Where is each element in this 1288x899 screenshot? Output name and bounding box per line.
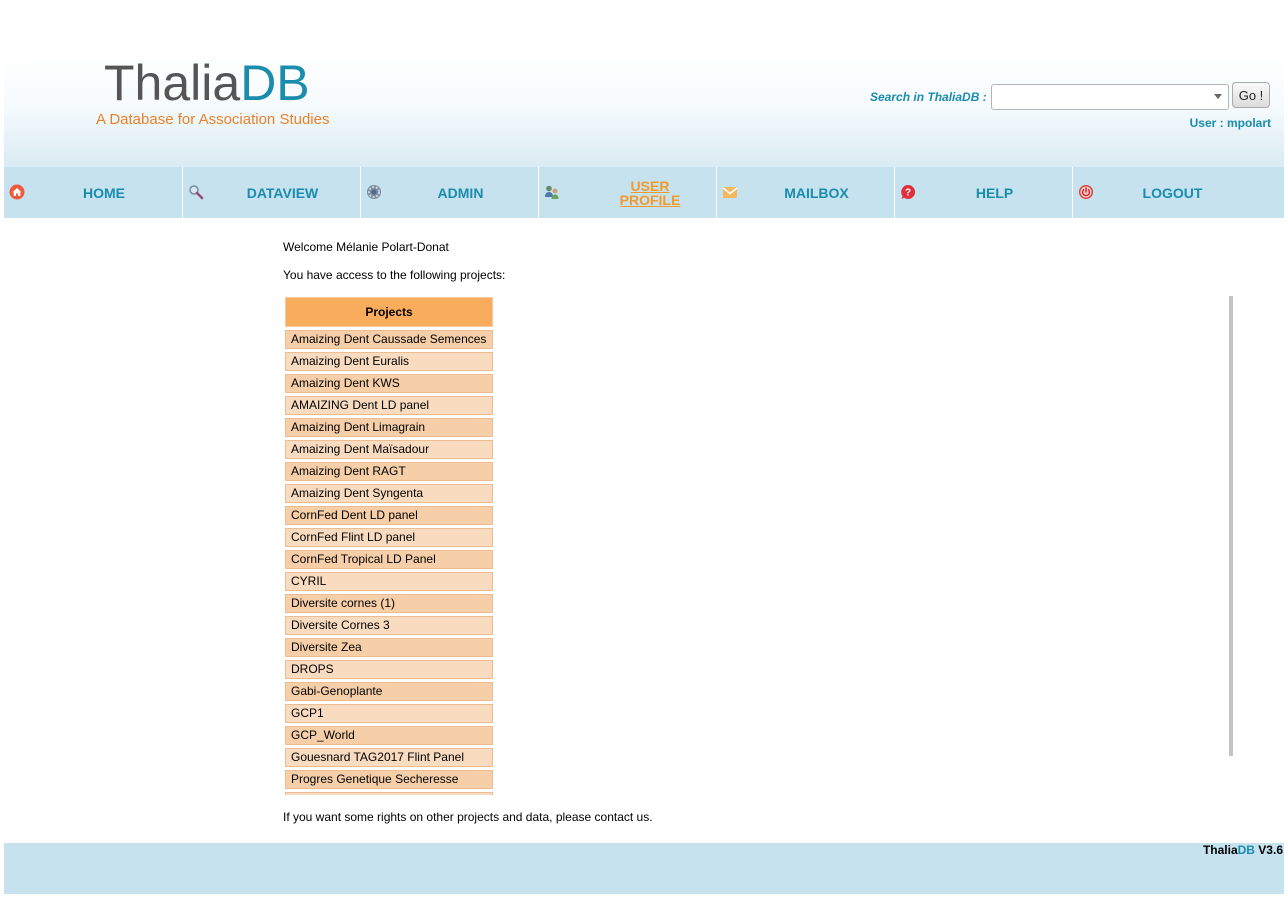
project-row[interactable]: AMAIZING Dent LD panel <box>285 396 493 415</box>
app-tagline: A Database for Association Studies <box>96 111 330 128</box>
project-row[interactable]: Amaizing Dent Caussade Semences <box>285 330 493 349</box>
project-row[interactable]: Gouesnard TAG2017 Flint Panel <box>285 748 493 767</box>
project-row[interactable]: Amaizing Dent RAGT <box>285 462 493 481</box>
app-logo[interactable]: ThaliaDB <box>104 56 310 110</box>
nav-home[interactable]: HOME <box>4 167 182 218</box>
nav-dataview-label[interactable]: DATAVIEW <box>205 167 360 218</box>
envelope-icon[interactable] <box>722 184 738 200</box>
access-message: You have access to the following project… <box>283 268 506 282</box>
help-icon[interactable]: ? <box>900 184 916 200</box>
projects-scroll-area[interactable]: Projects Amaizing Dent Caussade Semences… <box>283 296 1235 795</box>
footer-brand: ThaliaDB V3.6 <box>1202 843 1283 857</box>
project-row[interactable]: CornFed Flint LD panel <box>285 528 493 547</box>
search-label: Search in ThaliaDB : <box>870 90 987 104</box>
project-row[interactable]: Diversite Zea <box>285 638 493 657</box>
main-nav: HOME DATAVIEW ADMIN USER PROFILE MAILBOX <box>4 167 1284 218</box>
chevron-down-icon[interactable] <box>1214 94 1222 99</box>
project-row[interactable]: Amaizing Dent Syngenta <box>285 484 493 503</box>
nav-user-profile-label[interactable]: USER PROFILE <box>615 167 685 218</box>
project-row[interactable]: Amaizing Dent Maïsadour <box>285 440 493 459</box>
project-row[interactable]: DROPS <box>285 660 493 679</box>
current-user: User : mpolart <box>1189 116 1271 130</box>
project-row[interactable]: GCP1 <box>285 704 493 723</box>
project-row[interactable]: Progres Genetique Secheresse <box>285 770 493 789</box>
nav-help-label[interactable]: HELP <box>917 167 1072 218</box>
go-button[interactable]: Go ! <box>1232 82 1270 108</box>
project-row[interactable]: Amaizing Dent KWS <box>285 374 493 393</box>
project-row[interactable]: CornFed Tropical LD Panel <box>285 550 493 569</box>
search-input[interactable] <box>994 87 1208 109</box>
gear-icon[interactable] <box>366 184 382 200</box>
nav-mailbox[interactable]: MAILBOX <box>716 167 894 218</box>
nav-home-label[interactable]: HOME <box>26 167 182 218</box>
project-row[interactable]: Amaizing Dent Limagrain <box>285 418 493 437</box>
nav-logout[interactable]: LOGOUT <box>1072 167 1250 218</box>
users-icon[interactable] <box>544 184 560 200</box>
projects-table: Projects Amaizing Dent Caussade Semences… <box>285 297 493 795</box>
magnifier-icon[interactable] <box>188 184 204 200</box>
nav-help[interactable]: ? HELP <box>894 167 1072 218</box>
project-row[interactable]: Diversite Cornes 3 <box>285 616 493 635</box>
nav-admin-label[interactable]: ADMIN <box>383 167 538 218</box>
page-header: ThaliaDB A Database for Association Stud… <box>4 50 1284 167</box>
project-row[interactable]: GCP_World <box>285 726 493 745</box>
nav-admin[interactable]: ADMIN <box>360 167 538 218</box>
projects-table-body: Amaizing Dent Caussade Semences Amaizing … <box>285 330 493 795</box>
nav-mailbox-label[interactable]: MAILBOX <box>739 167 894 218</box>
projects-table-header: Projects <box>285 297 493 327</box>
scrollbar[interactable] <box>1229 296 1233 756</box>
welcome-message: Welcome Mélanie Polart-Donat <box>283 240 449 254</box>
user-name[interactable]: mpolart <box>1227 116 1271 130</box>
project-row[interactable]: Amaizing Dent Euralis <box>285 352 493 371</box>
project-row[interactable]: CYRIL <box>285 572 493 591</box>
search-combobox[interactable] <box>991 84 1229 110</box>
nav-dataview[interactable]: DATAVIEW <box>182 167 360 218</box>
project-row[interactable]: CornFed Dent LD panel <box>285 506 493 525</box>
project-row[interactable]: Diversite cornes (1) <box>285 594 493 613</box>
page-footer: ThaliaDB V3.6 <box>4 843 1284 894</box>
project-row[interactable]: Gabi-Genoplante <box>285 682 493 701</box>
nav-logout-label[interactable]: LOGOUT <box>1095 167 1250 218</box>
project-row[interactable] <box>285 792 493 795</box>
home-icon[interactable] <box>9 184 25 200</box>
contact-message: If you want some rights on other project… <box>283 810 653 824</box>
power-icon[interactable] <box>1078 184 1094 200</box>
nav-user-profile[interactable]: USER PROFILE <box>538 167 716 218</box>
svg-text:?: ? <box>905 188 911 199</box>
